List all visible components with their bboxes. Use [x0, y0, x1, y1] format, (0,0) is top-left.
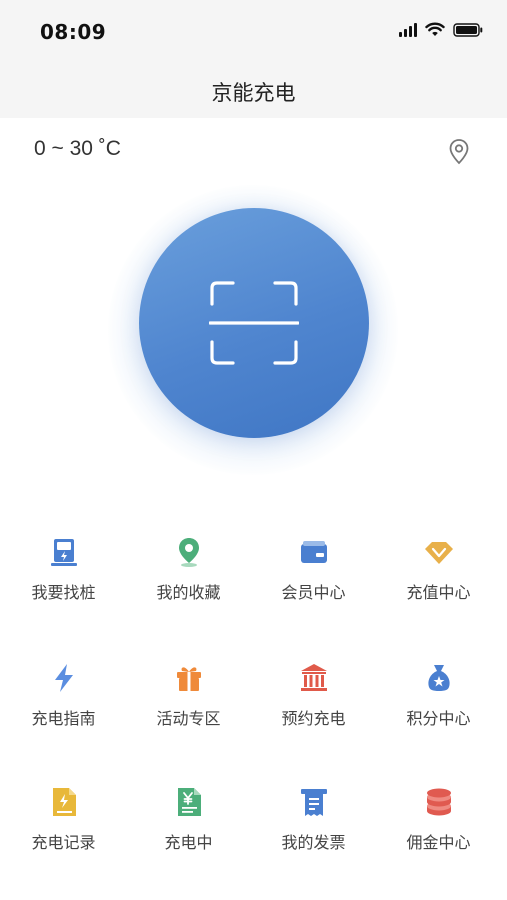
location-pin-icon — [178, 538, 199, 567]
page-title: 京能充电 — [211, 81, 296, 105]
menu-label: 充电记录 — [31, 833, 96, 852]
wifi-icon — [425, 22, 445, 36]
menu-item-recharge-center[interactable]: 充值中心 — [375, 536, 502, 603]
menu-item-charging-guide[interactable]: 充电指南 — [0, 662, 127, 729]
location-pin-icon[interactable] — [447, 138, 471, 166]
temperature-range: 0 ~ 30 ˚C — [34, 137, 121, 160]
menu-item-my-invoices[interactable]: 我的发票 — [250, 786, 377, 853]
receipt-icon — [300, 789, 327, 816]
coin-stack-icon — [426, 788, 451, 816]
menu-label: 佣金中心 — [406, 833, 471, 852]
signal-icon — [399, 22, 417, 37]
menu-label: 会员中心 — [281, 583, 346, 602]
menu-item-commission-center[interactable]: 佣金中心 — [375, 786, 502, 853]
menu-item-favorites[interactable]: 我的收藏 — [125, 536, 252, 603]
status-icons — [399, 22, 483, 37]
menu-item-points-center[interactable]: 积分中心 — [375, 662, 502, 729]
gift-icon — [176, 667, 201, 691]
menu-label: 积分中心 — [406, 709, 471, 728]
money-bag-icon — [427, 665, 450, 691]
menu-item-charging-records[interactable]: 充电记录 — [0, 786, 127, 853]
menu-label: 活动专区 — [156, 709, 221, 728]
menu-label: 我要找桩 — [31, 583, 96, 602]
status-time: 08:09 — [40, 20, 107, 44]
menu-item-find-pile[interactable]: 我要找桩 — [0, 536, 127, 603]
menu-item-activity-zone[interactable]: 活动专区 — [125, 662, 252, 729]
diamond-icon — [424, 542, 453, 564]
menu-item-charging-now[interactable]: 充电中 — [125, 786, 252, 853]
menu-label: 充电指南 — [31, 709, 96, 728]
menu-item-member-center[interactable]: 会员中心 — [250, 536, 377, 603]
menu-label: 我的收藏 — [156, 583, 221, 602]
menu-label: 我的发票 — [281, 833, 346, 852]
lightning-icon — [54, 664, 73, 692]
scan-icon — [209, 281, 299, 365]
menu-label: 预约充电 — [281, 709, 346, 728]
scan-button[interactable] — [139, 208, 369, 438]
yen-doc-icon — [177, 788, 201, 816]
building-icon — [300, 664, 327, 691]
member-card-icon — [300, 541, 327, 563]
battery-icon — [453, 22, 483, 37]
menu-label: 充电中 — [164, 833, 213, 852]
charging-pile-icon — [50, 539, 77, 566]
top-bar: 08:09 京能充电 — [0, 0, 507, 118]
menu-label: 充值中心 — [406, 583, 471, 602]
menu-item-reserve-charging[interactable]: 预约充电 — [250, 662, 377, 729]
record-doc-icon — [52, 788, 76, 816]
